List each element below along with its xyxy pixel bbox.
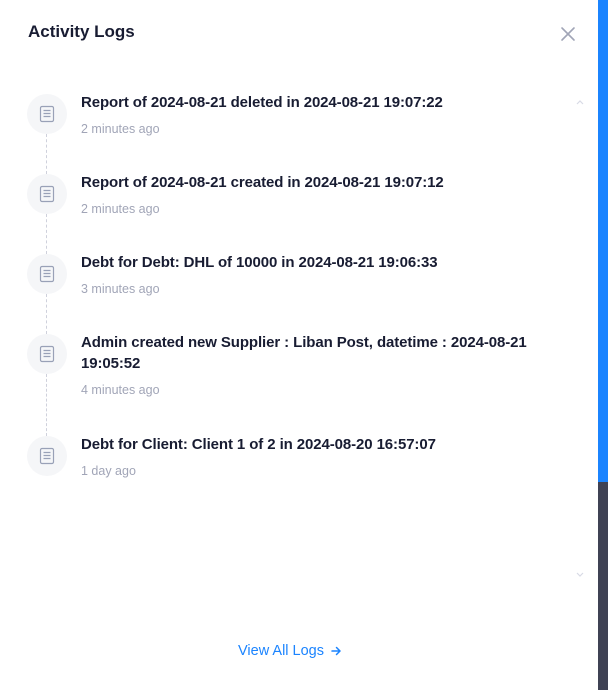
log-text: Report of 2024-08-21 deleted in 2024-08-… bbox=[81, 94, 443, 111]
activity-logs-panel: Activity Logs Report of 2024-08-21 delet… bbox=[0, 0, 597, 690]
log-time: 2 minutes ago bbox=[81, 202, 160, 216]
document-icon bbox=[27, 174, 67, 214]
close-button[interactable] bbox=[558, 24, 578, 44]
scroll-up-icon[interactable] bbox=[576, 99, 584, 105]
timeline-connector bbox=[46, 294, 47, 334]
log-time: 2 minutes ago bbox=[81, 122, 160, 136]
close-icon bbox=[561, 27, 575, 41]
timeline-connector bbox=[46, 214, 47, 254]
view-all-logs-link[interactable]: View All Logs bbox=[238, 643, 342, 659]
document-icon bbox=[27, 254, 67, 294]
log-text: Admin created new Supplier : Liban Post,… bbox=[81, 334, 527, 372]
timeline-connector bbox=[46, 374, 47, 436]
page-scrollbar-thumb[interactable] bbox=[598, 0, 608, 482]
timeline-connector bbox=[46, 134, 47, 174]
document-icon bbox=[27, 94, 67, 134]
log-time: 3 minutes ago bbox=[81, 282, 160, 296]
log-text: Debt for Debt: DHL of 10000 in 2024-08-2… bbox=[81, 254, 438, 271]
view-all-logs-label: View All Logs bbox=[238, 643, 324, 659]
scroll-down-icon[interactable] bbox=[576, 572, 584, 578]
arrow-right-icon bbox=[331, 646, 341, 656]
document-icon bbox=[27, 334, 67, 374]
panel-title: Activity Logs bbox=[28, 22, 135, 41]
log-text: Debt for Client: Client 1 of 2 in 2024-0… bbox=[81, 436, 436, 453]
document-icon bbox=[27, 436, 67, 476]
log-text: Report of 2024-08-21 created in 2024-08-… bbox=[81, 174, 444, 191]
page-background-strip bbox=[598, 482, 608, 690]
log-time: 1 day ago bbox=[81, 464, 136, 478]
log-time: 4 minutes ago bbox=[81, 383, 160, 397]
